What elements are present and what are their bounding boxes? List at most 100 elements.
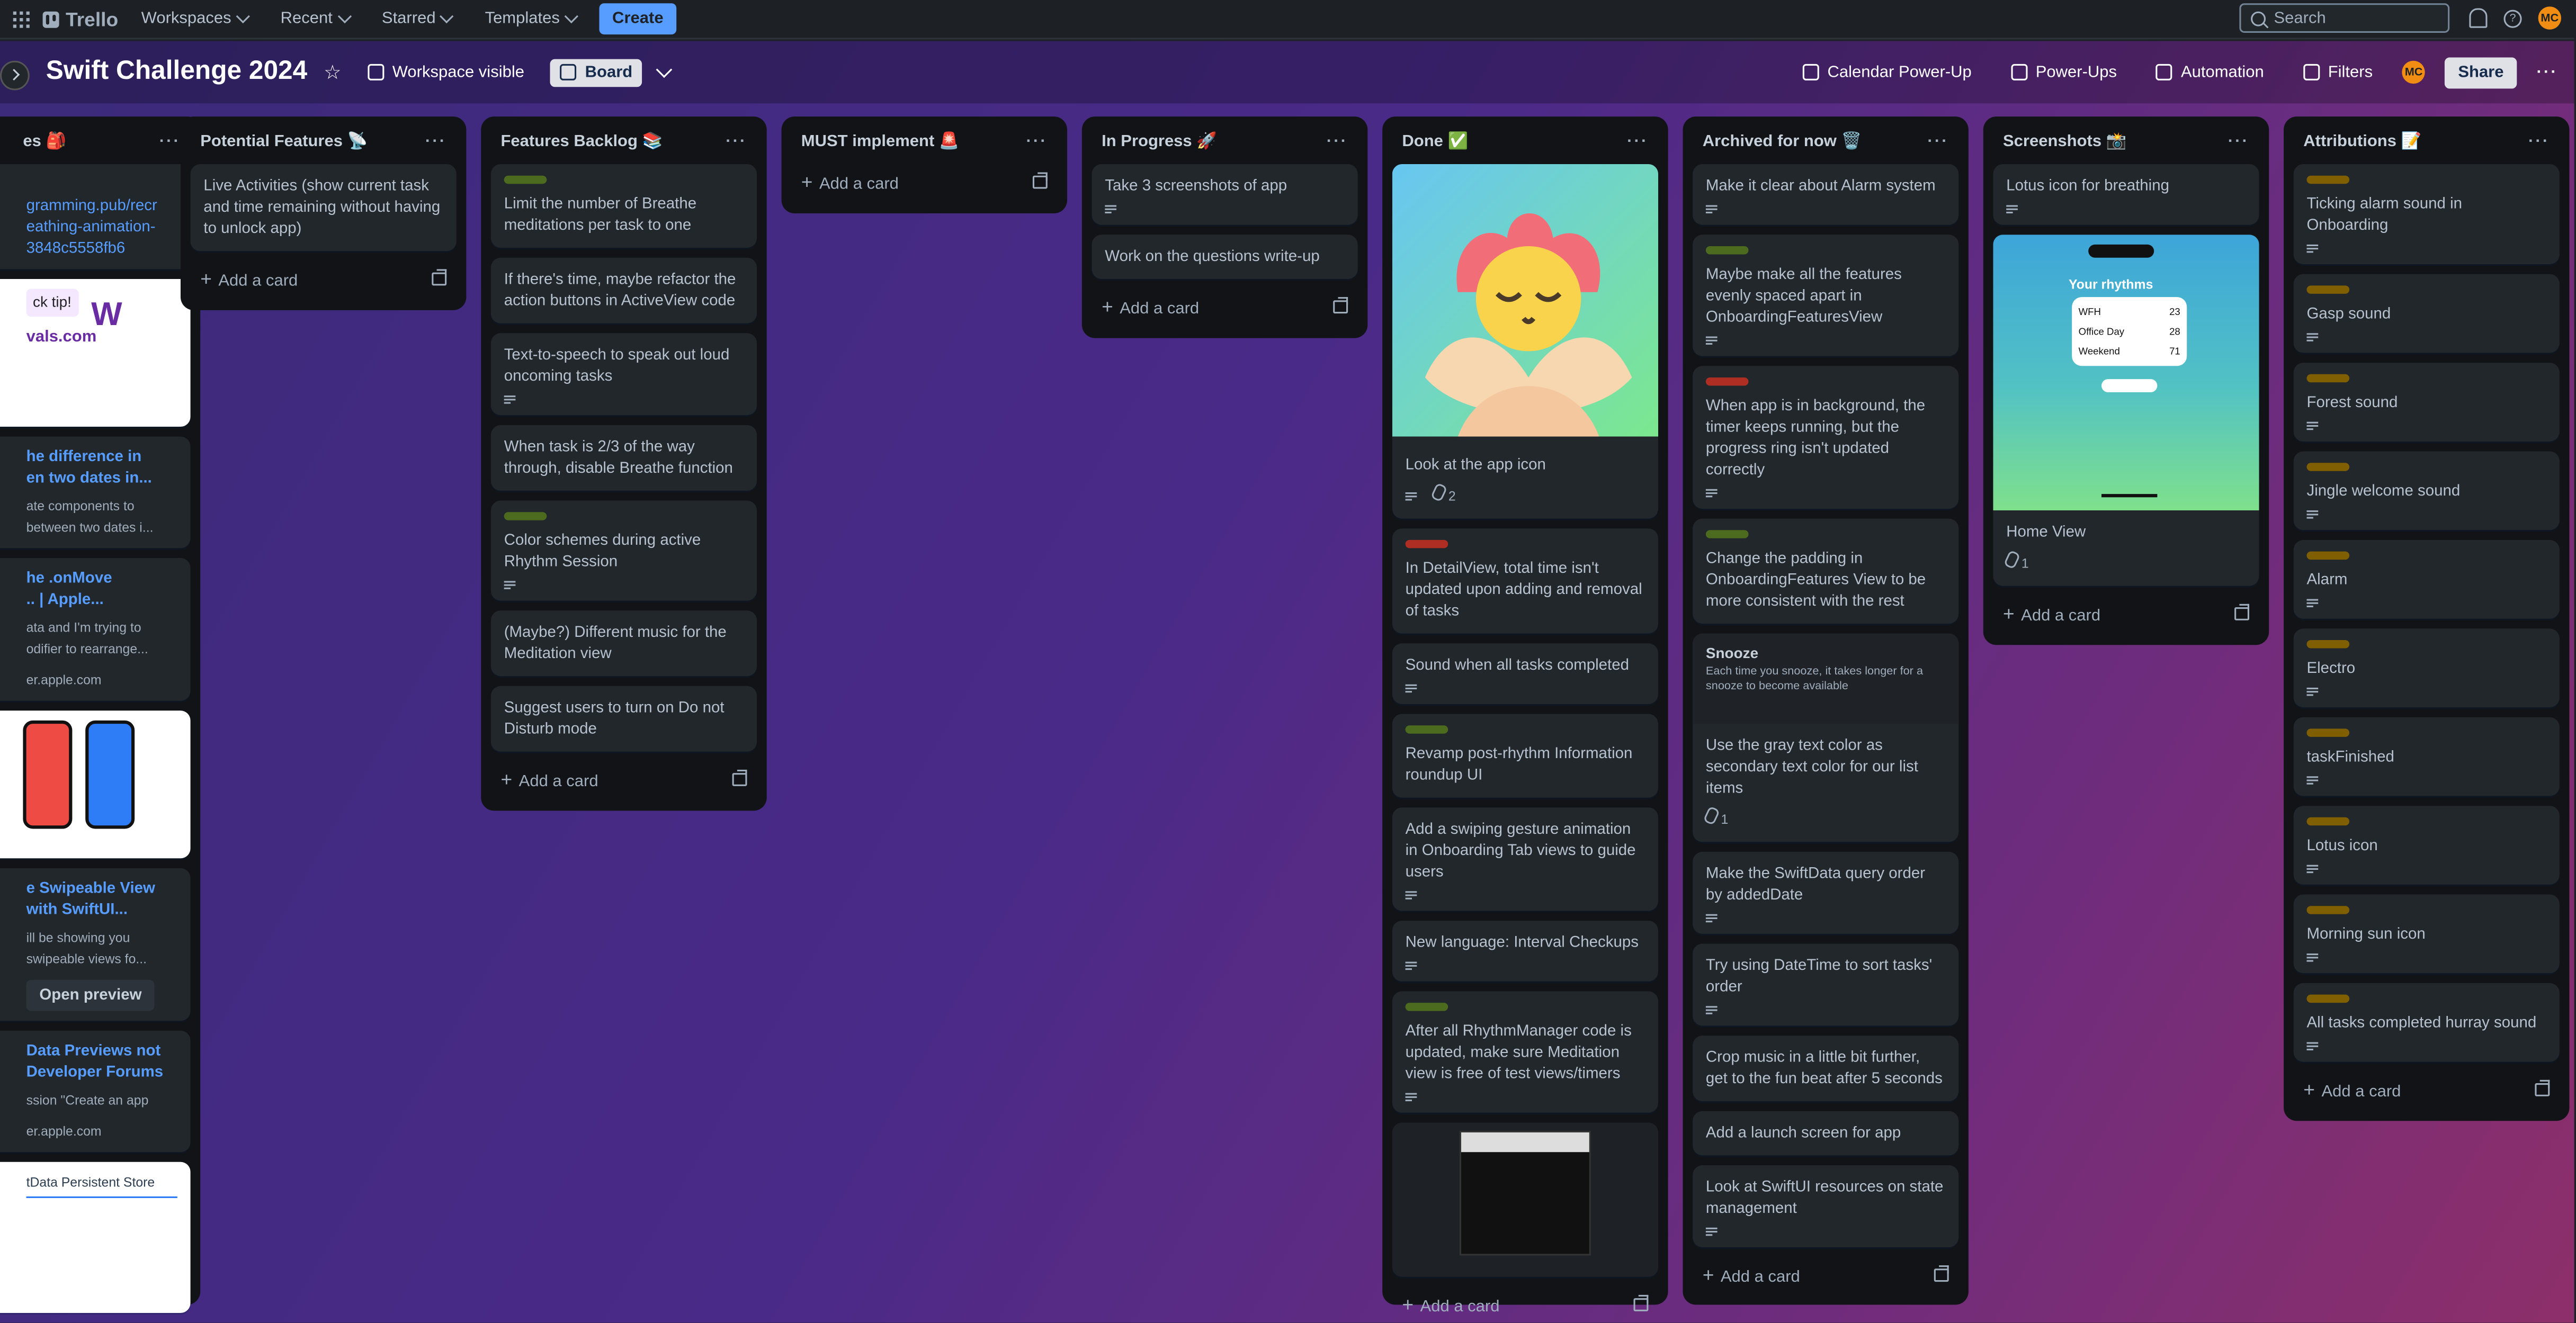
more-icon[interactable]: ··· [2228, 133, 2249, 151]
add-card-button[interactable]: + Add a card [1102, 295, 1199, 318]
card[interactable]: Make the SwiftData query order by addedD… [1693, 851, 1959, 934]
add-card-button[interactable]: + Add a card [200, 267, 298, 290]
trello-logo[interactable]: Trello [42, 7, 119, 30]
card[interactable]: All tasks completed hurray sound [2293, 983, 2560, 1062]
add-card-row[interactable]: + Add a card [1092, 289, 1358, 325]
calendar-powerup-button[interactable]: Calendar Power-Up [1793, 58, 1981, 86]
card[interactable]: Electro [2293, 628, 2560, 708]
card[interactable]: Limit the number of Breathe meditations … [490, 164, 757, 248]
list-title[interactable]: MUST implement 🚨 [801, 133, 960, 151]
card[interactable]: Ticking alarm sound in Onboarding [2293, 164, 2560, 265]
card[interactable]: Text-to-speech to speak out loud oncomin… [490, 333, 757, 416]
card[interactable]: he .onMove .. | Apple... ata and I'm try… [0, 558, 191, 701]
card-template-icon[interactable] [732, 769, 747, 786]
nav-recent[interactable]: Recent [271, 5, 359, 33]
card[interactable]: e Swipeable View with SwiftUI... ill be … [0, 868, 191, 1021]
add-card-button[interactable]: + Add a card [501, 768, 598, 791]
powerups-button[interactable]: Power-Ups [2001, 58, 2127, 86]
card[interactable] [0, 710, 191, 859]
open-preview-button[interactable]: Open preview [26, 979, 155, 1011]
more-icon[interactable]: ··· [425, 133, 446, 151]
add-card-button[interactable]: + Add a card [2303, 1078, 2401, 1101]
add-card-row[interactable]: + Add a card [1993, 596, 2259, 632]
more-icon[interactable]: ··· [726, 133, 747, 151]
more-icon[interactable]: ··· [1327, 133, 1348, 151]
card[interactable]: Lotus icon for breathing [1993, 164, 2259, 225]
card[interactable]: New language: Interval Checkups [1392, 921, 1658, 982]
card[interactable]: Work on the questions write-up [1092, 235, 1358, 279]
card[interactable]: Add a swiping gesture animation in Onboa… [1392, 807, 1658, 911]
card[interactable]: Jingle welcome sound [2293, 451, 2560, 530]
list-title[interactable]: Features Backlog 📚 [501, 133, 663, 151]
add-card-row[interactable]: + Add a card [491, 761, 757, 797]
card[interactable]: In DetailView, total time isn't updated … [1392, 528, 1658, 634]
list-title[interactable]: Screenshots 📸 [2003, 133, 2126, 151]
card-template-icon[interactable] [1032, 172, 1048, 189]
add-card-row[interactable]: + Add a card [1693, 1257, 1958, 1293]
card[interactable]: Gasp sound [2293, 274, 2560, 353]
avatar[interactable]: MC [2538, 6, 2561, 30]
more-icon[interactable]: ··· [159, 133, 181, 151]
card[interactable]: Add a launch screen for app [1693, 1111, 1959, 1156]
add-card-row[interactable]: + Add a card [191, 261, 457, 297]
card-template-icon[interactable] [2234, 604, 2249, 620]
card[interactable]: Sound when all tasks completed [1392, 643, 1658, 704]
apps-grid-icon[interactable] [13, 11, 30, 28]
add-card-row[interactable]: + Add a card [791, 164, 1057, 200]
card-template-icon[interactable] [1633, 1294, 1649, 1311]
more-icon[interactable]: ··· [1026, 133, 1048, 151]
more-icon[interactable]: ··· [1927, 133, 1948, 151]
nav-starred[interactable]: Starred [372, 5, 462, 33]
card[interactable]: Crop music in a little bit further, get … [1693, 1036, 1959, 1102]
card[interactable]: Data Previews not Developer Forums ssion… [0, 1030, 191, 1153]
list-title[interactable]: Potential Features 📡 [200, 133, 368, 151]
help-icon[interactable]: ? [2503, 9, 2522, 28]
board-title[interactable]: Swift Challenge 2024 [46, 58, 307, 87]
card[interactable]: Forest sound [2293, 363, 2560, 442]
more-icon[interactable]: ··· [1627, 133, 1648, 151]
card[interactable]: Suggest users to turn on Do not Disturb … [490, 686, 757, 752]
card[interactable]: Live Activities (show current task and t… [190, 164, 457, 251]
board-view-button[interactable]: Board [550, 58, 642, 86]
card[interactable]: After all RhythmManager code is updated,… [1392, 991, 1658, 1113]
card[interactable]: ck tip! W vals.com [0, 279, 191, 427]
list-title[interactable]: Archived for now 🗑️ [1703, 133, 1862, 151]
card[interactable]: Change the padding in OnboardingFeatures… [1693, 518, 1959, 624]
avatar[interactable]: MC [2402, 60, 2426, 84]
card[interactable]: taskFinished [2293, 717, 2560, 796]
card[interactable]: Snooze Each time you snooze, it takes lo… [1693, 633, 1959, 842]
card[interactable]: If there's time, maybe refactor the acti… [490, 257, 757, 323]
card[interactable]: When app is in background, the timer kee… [1693, 366, 1959, 509]
card[interactable]: Look at SwiftUI resources on state manag… [1693, 1165, 1959, 1247]
notifications-icon[interactable] [2469, 8, 2488, 28]
sidebar-toggle-icon[interactable] [0, 60, 30, 91]
visibility-button[interactable]: Workspace visible [358, 58, 534, 86]
add-card-button[interactable]: + Add a card [801, 170, 899, 193]
list-title[interactable]: es 🎒 [0, 133, 66, 151]
more-icon[interactable]: ··· [2528, 133, 2550, 151]
card[interactable]: tData Persistent Store [0, 1162, 191, 1313]
card[interactable]: Your rhythms WFH 23 Office Day 28 Weekend 7… [1993, 235, 2259, 586]
card-template-icon[interactable] [432, 269, 447, 286]
filters-button[interactable]: Filters [2294, 58, 2383, 86]
card[interactable] [1392, 1122, 1658, 1277]
card[interactable]: Morning sun icon [2293, 894, 2560, 974]
star-icon[interactable]: ☆ [324, 61, 341, 84]
share-button[interactable]: Share [2445, 56, 2517, 88]
card[interactable]: Look at the app icon 2 [1392, 164, 1658, 519]
card[interactable]: Lotus icon [2293, 806, 2560, 885]
card[interactable]: Color schemes during active Rhythm Sessi… [490, 500, 757, 601]
card[interactable]: gramming.pub/recr eathing-animation- 384… [0, 164, 191, 269]
card[interactable]: Maybe make all the features evenly space… [1693, 235, 1959, 356]
more-icon[interactable]: ··· [2537, 63, 2558, 81]
automation-button[interactable]: Automation [2146, 58, 2274, 86]
card[interactable]: Take 3 screenshots of app [1092, 164, 1358, 225]
add-card-button[interactable]: + Add a card [2003, 602, 2100, 625]
chevron-down-icon[interactable] [656, 61, 673, 78]
nav-templates[interactable]: Templates [475, 5, 586, 33]
card[interactable]: (Maybe?) Different music for the Meditat… [490, 610, 757, 677]
add-card-row[interactable]: + Add a card [1392, 1286, 1658, 1322]
add-card-row[interactable]: + Add a card [2294, 1072, 2560, 1108]
card[interactable]: When task is 2/3 of the way through, dis… [490, 425, 757, 491]
card-template-icon[interactable] [2535, 1079, 2550, 1096]
